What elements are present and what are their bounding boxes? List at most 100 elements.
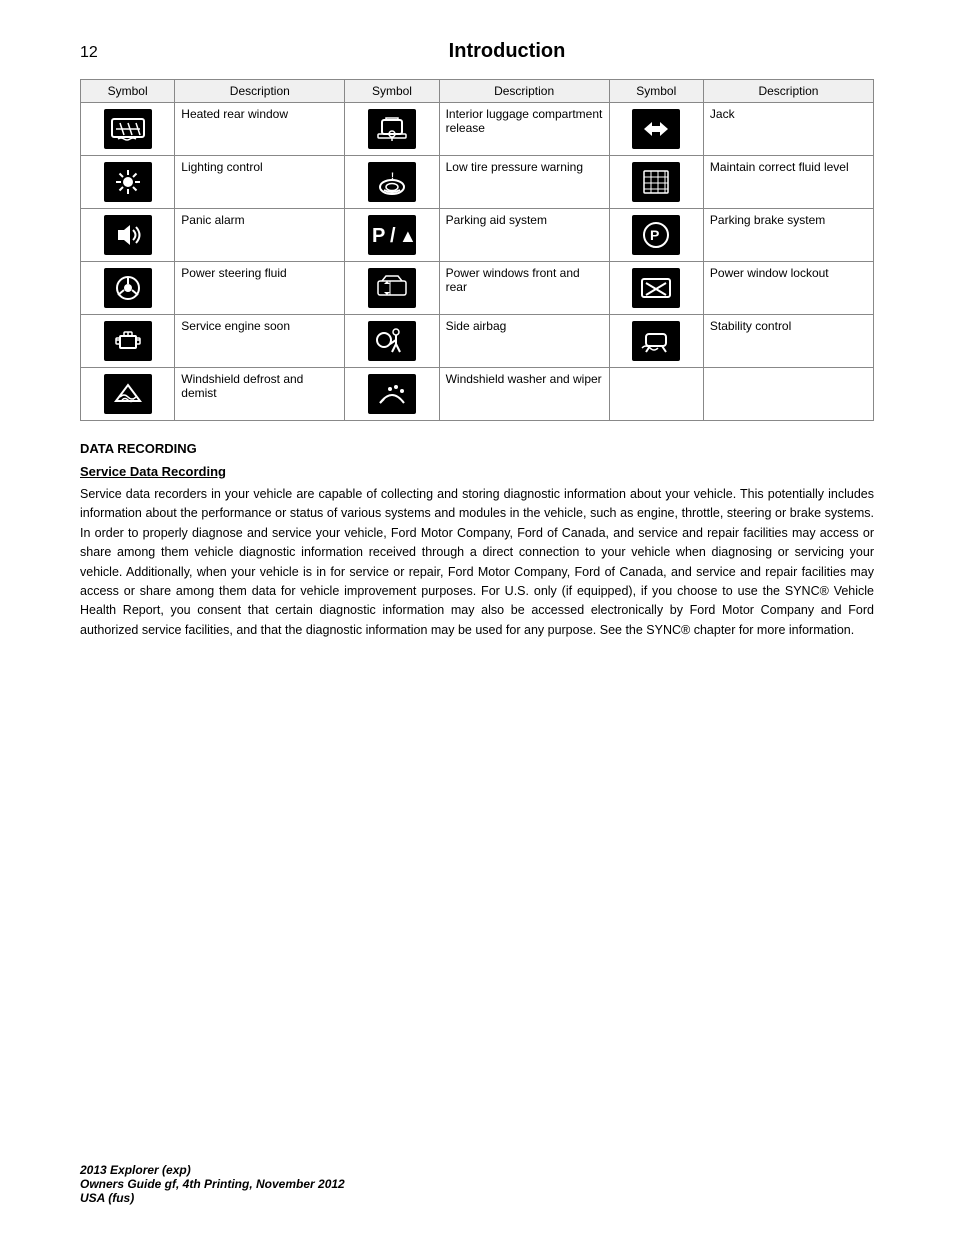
symbol-cell xyxy=(609,262,703,315)
description-text: Low tire pressure warning xyxy=(446,160,583,174)
header-desc1: Description xyxy=(175,80,345,103)
windshield-washer-icon xyxy=(368,374,416,414)
symbol-cell xyxy=(609,315,703,368)
description-text: Service engine soon xyxy=(181,319,290,333)
page: 12 Introduction Symbol Description Symbo… xyxy=(0,0,954,1235)
power-steering-icon xyxy=(104,268,152,308)
desc-cell: Stability control xyxy=(703,315,873,368)
jack-icon xyxy=(632,109,680,149)
symbol-cell: P xyxy=(609,209,703,262)
description-text: Windshield washer and wiper xyxy=(446,372,602,386)
heated-rear-window-icon xyxy=(104,109,152,149)
parking-brake-icon: P xyxy=(632,215,680,255)
table-row: Lighting control ! xyxy=(81,156,874,209)
header-symbol1: Symbol xyxy=(81,80,175,103)
parking-aid-icon: P / ▲ xyxy=(368,215,416,255)
desc-cell: Side airbag xyxy=(439,315,609,368)
desc-cell: Power window lockout xyxy=(703,262,873,315)
header-desc3: Description xyxy=(703,80,873,103)
description-text: Lighting control xyxy=(181,160,262,174)
description-text: Parking aid system xyxy=(446,213,547,227)
description-text: Jack xyxy=(710,107,735,121)
description-text: Maintain correct fluid level xyxy=(710,160,849,174)
windshield-defrost-icon xyxy=(104,374,152,414)
symbol-cell xyxy=(609,368,703,421)
symbol-cell: ! xyxy=(345,156,439,209)
svg-text:▲: ▲ xyxy=(399,226,414,246)
panic-alarm-icon xyxy=(104,215,152,255)
interior-luggage-icon xyxy=(368,109,416,149)
desc-cell: Heated rear window xyxy=(175,103,345,156)
desc-cell xyxy=(703,368,873,421)
description-text: Panic alarm xyxy=(181,213,244,227)
power-windows-front-icon xyxy=(368,268,416,308)
symbols-table: Symbol Description Symbol Description Sy… xyxy=(80,79,874,421)
description-text: Parking brake system xyxy=(710,213,825,227)
header-desc2: Description xyxy=(439,80,609,103)
section-heading: DATA RECORDING xyxy=(80,441,874,456)
description-text: Power window lockout xyxy=(710,266,829,280)
symbol-cell xyxy=(81,103,175,156)
lighting-control-icon xyxy=(104,162,152,202)
body-text: Service data recorders in your vehicle a… xyxy=(80,485,874,640)
footer-line2: Owners Guide gf, 4th Printing, November … xyxy=(80,1177,345,1191)
table-row: Service engine soon xyxy=(81,315,874,368)
table-header-row: Symbol Description Symbol Description Sy… xyxy=(81,80,874,103)
desc-cell: Jack xyxy=(703,103,873,156)
page-number: 12 xyxy=(80,44,140,62)
desc-cell: Low tire pressure warning xyxy=(439,156,609,209)
svg-text:P: P xyxy=(650,227,659,243)
desc-cell: Service engine soon xyxy=(175,315,345,368)
svg-text:/: / xyxy=(390,225,396,247)
footer-line1: 2013 Explorer (exp) xyxy=(80,1163,345,1177)
description-text: Power windows front and rear xyxy=(446,266,580,294)
low-tire-icon: ! xyxy=(368,162,416,202)
symbol-cell xyxy=(81,315,175,368)
description-text: Stability control xyxy=(710,319,791,333)
page-header: 12 Introduction xyxy=(80,40,874,63)
stability-control-icon xyxy=(632,321,680,361)
footer: 2013 Explorer (exp) Owners Guide gf, 4th… xyxy=(80,1163,345,1205)
symbol-cell xyxy=(81,262,175,315)
table-row: Panic alarm P / ▲ Parking aid system xyxy=(81,209,874,262)
header-symbol3: Symbol xyxy=(609,80,703,103)
desc-cell: Parking aid system xyxy=(439,209,609,262)
desc-cell: Windshield defrost and demist xyxy=(175,368,345,421)
footer-line3: USA (fus) xyxy=(80,1191,345,1205)
description-text: Power steering fluid xyxy=(181,266,286,280)
header-symbol2: Symbol xyxy=(345,80,439,103)
symbol-cell xyxy=(345,262,439,315)
symbol-cell xyxy=(81,368,175,421)
symbol-cell xyxy=(81,156,175,209)
desc-cell: Interior luggage compartment release xyxy=(439,103,609,156)
description-text: Side airbag xyxy=(446,319,507,333)
symbol-cell xyxy=(609,156,703,209)
power-window-lockout-icon xyxy=(632,268,680,308)
symbol-cell xyxy=(345,368,439,421)
svg-text:P: P xyxy=(372,225,385,247)
table-row: Power steering fluid xyxy=(81,262,874,315)
desc-cell: Maintain correct fluid level xyxy=(703,156,873,209)
table-row: Heated rear window xyxy=(81,103,874,156)
svg-text:!: ! xyxy=(391,171,394,181)
service-engine-icon xyxy=(104,321,152,361)
desc-cell: Power steering fluid xyxy=(175,262,345,315)
desc-cell: Windshield washer and wiper xyxy=(439,368,609,421)
side-airbag-icon xyxy=(368,321,416,361)
sub-heading: Service Data Recording xyxy=(80,464,874,479)
symbol-cell xyxy=(345,315,439,368)
symbol-cell xyxy=(345,103,439,156)
description-text: Heated rear window xyxy=(181,107,288,121)
description-text: Interior luggage compartment release xyxy=(446,107,603,135)
desc-cell: Power windows front and rear xyxy=(439,262,609,315)
desc-cell: Parking brake system xyxy=(703,209,873,262)
desc-cell: Lighting control xyxy=(175,156,345,209)
maintain-fluid-icon xyxy=(632,162,680,202)
symbol-cell: P / ▲ xyxy=(345,209,439,262)
symbol-cell xyxy=(609,103,703,156)
table-row: Windshield defrost and demist xyxy=(81,368,874,421)
description-text: Windshield defrost and demist xyxy=(181,372,303,400)
symbol-cell xyxy=(81,209,175,262)
desc-cell: Panic alarm xyxy=(175,209,345,262)
page-title: Introduction xyxy=(140,40,874,63)
